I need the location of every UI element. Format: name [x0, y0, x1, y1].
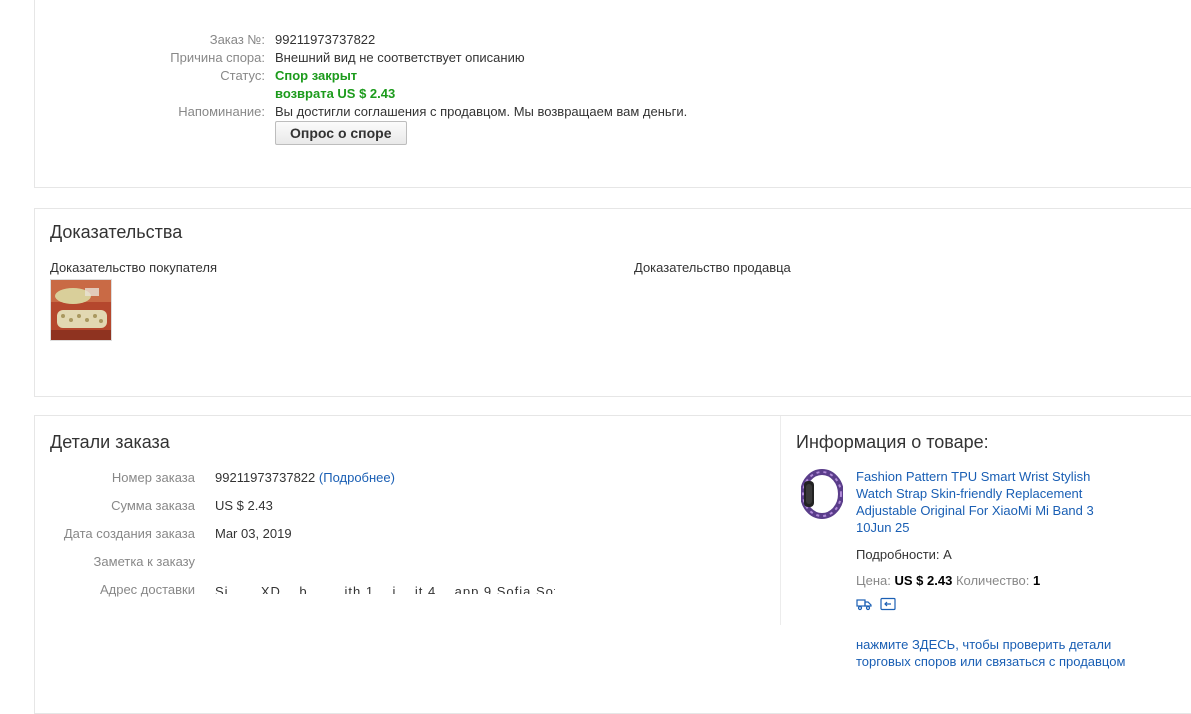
buyer-evidence-thumbnail[interactable]	[50, 279, 112, 341]
evidence-title: Доказательства	[50, 222, 183, 242]
evidence-photo-image	[51, 280, 111, 340]
dispute-reason-label: Причина спора:	[170, 50, 265, 65]
product-info-title: Информация о товаре:	[796, 432, 989, 452]
order-note-label: Заметка к заказу	[93, 554, 195, 569]
price-value: US $ 2.43	[894, 573, 953, 588]
reminder-label: Напоминание:	[178, 104, 265, 119]
refund-value: возврата US $ 2.43	[275, 86, 396, 101]
product-name-link[interactable]: Fashion Pattern TPU Smart Wrist Stylish …	[856, 469, 1094, 535]
status-value: Спор закрыт	[275, 68, 358, 83]
shipping-icon[interactable]	[856, 597, 872, 611]
dispute-reason-value: Внешний вид не соответствует описанию	[275, 50, 525, 65]
order-number-detail-label: Номер заказа	[111, 470, 195, 485]
order-number-value: 99211973737822	[275, 32, 376, 47]
product-details-row: Подробности: A	[856, 547, 952, 562]
column-divider	[780, 416, 781, 625]
shipping-address-value: Si... ...XD ...b ... ...ith 1 ...i ...it…	[215, 584, 555, 594]
product-details-value: A	[943, 547, 952, 562]
order-number-label: Заказ №:	[209, 32, 265, 47]
order-date-value: Mar 03, 2019	[215, 526, 292, 541]
evidence-panel: Доказательства Доказательство покупателя…	[34, 208, 1191, 397]
reminder-value: Вы достигли соглашения с продавцом. Мы в…	[275, 104, 688, 119]
order-details-title: Детали заказа	[50, 432, 170, 452]
order-number-detail-row: 99211973737822 (Подробнее)	[215, 470, 395, 485]
product-details-label: Подробности:	[856, 547, 940, 562]
product-image[interactable]	[800, 469, 844, 519]
dispute-survey-button[interactable]: Опрос о споре	[275, 121, 407, 145]
return-icon[interactable]	[880, 597, 896, 611]
order-sum-label: Сумма заказа	[111, 498, 195, 513]
dispute-summary-panel: Заказ №: 99211973737822 Причина спора: В…	[34, 0, 1191, 188]
status-label: Статус:	[220, 68, 265, 83]
product-service-icons	[856, 597, 896, 611]
product-price-row: Цена: US $ 2.43 Количество: 1	[856, 573, 1040, 588]
quantity-value: 1	[1033, 573, 1041, 588]
buyer-evidence-label: Доказательство покупателя	[50, 260, 217, 275]
order-details-panel: Детали заказа Номер заказа 9921197373782…	[34, 415, 1191, 714]
watch-strap-image	[800, 469, 844, 519]
order-number-detail-value: 99211973737822	[215, 470, 316, 485]
price-label: Цена:	[856, 573, 891, 588]
dispute-details-link-wrap: нажмите ЗДЕСЬ, чтобы проверить детали то…	[856, 636, 1141, 670]
product-name-link-wrap: Fashion Pattern TPU Smart Wrist Stylish …	[856, 468, 1121, 536]
dispute-details-link[interactable]: нажмите ЗДЕСЬ, чтобы проверить детали то…	[856, 637, 1125, 669]
shipping-address-label: Адрес доставки	[99, 582, 195, 597]
quantity-label: Количество:	[955, 573, 1030, 588]
order-sum-value: US $ 2.43	[215, 498, 273, 513]
order-date-label: Дата создания заказа	[63, 526, 195, 541]
seller-evidence-label: Доказательство продавца	[634, 260, 791, 275]
order-more-link[interactable]: (Подробнее)	[319, 470, 395, 485]
